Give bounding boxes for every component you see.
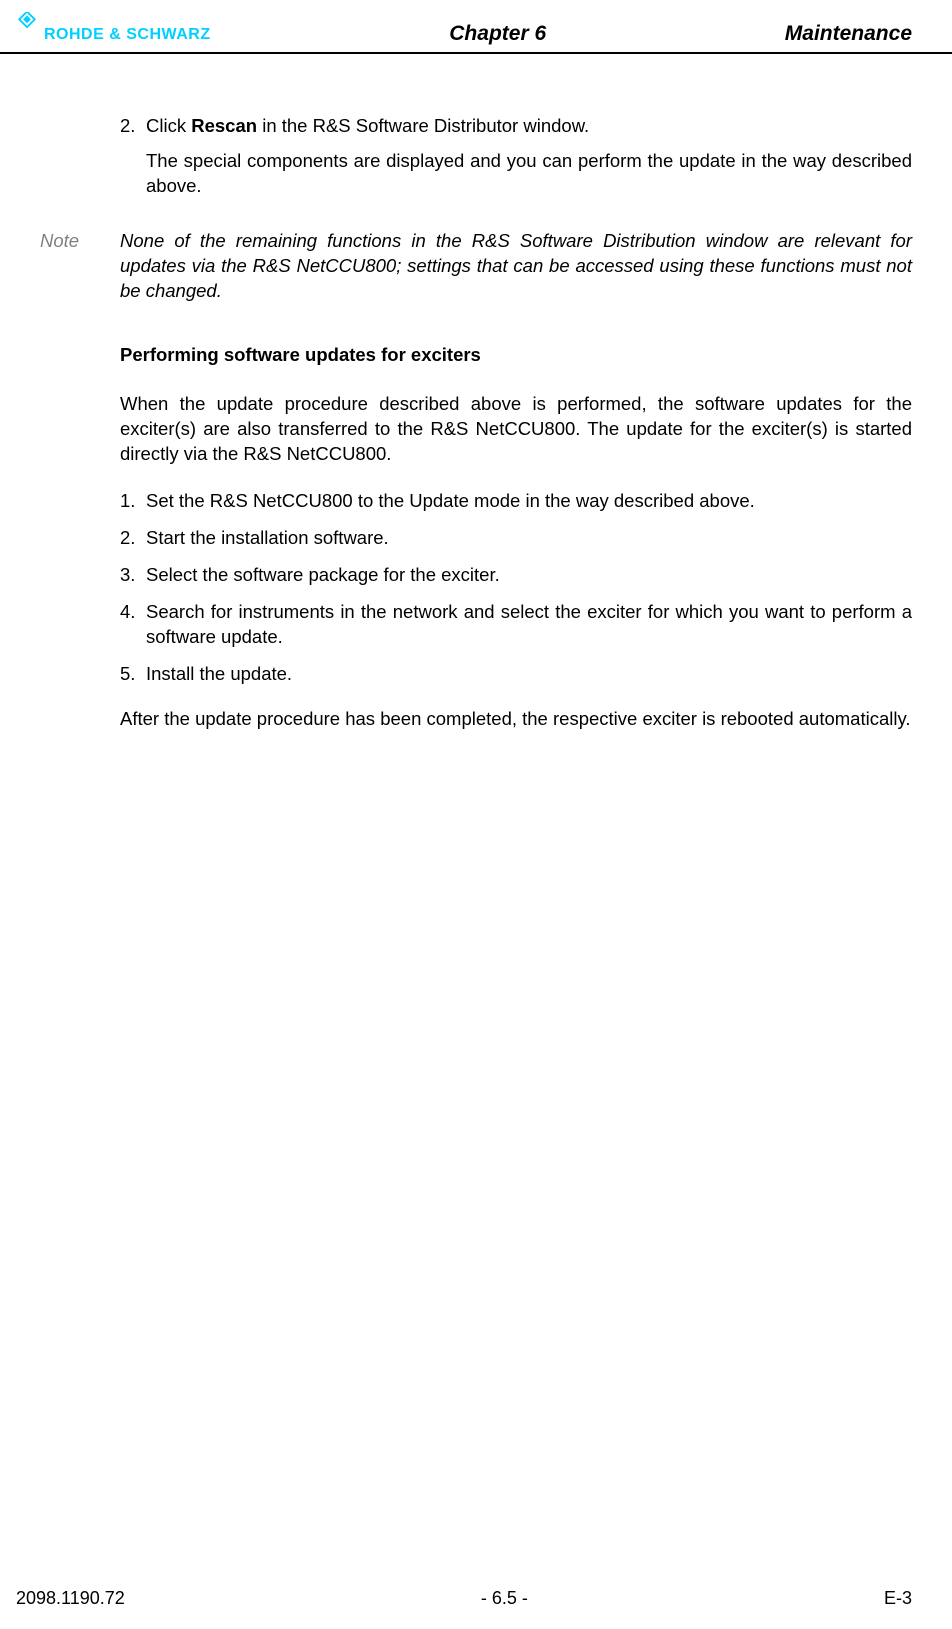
list-item-text: Select the software package for the exci… <box>146 563 912 588</box>
list-item-number: 3. <box>120 563 146 588</box>
document-page: ROHDE & SCHWARZ Chapter 6 Maintenance 2.… <box>0 0 952 1629</box>
list-item-text: Install the update. <box>146 662 912 687</box>
page-footer: 2098.1190.72 - 6.5 - E-3 <box>0 1588 952 1609</box>
step-text-suffix: in the R&S Software Distributor window. <box>257 115 589 136</box>
brand-logo-text: ROHDE & SCHWARZ <box>44 26 211 44</box>
list-item: 5. Install the update. <box>120 662 912 687</box>
step-2-block: 2. Click Rescan in the R&S Software Dist… <box>120 114 912 199</box>
chapter-label: Chapter 6 <box>211 22 785 52</box>
list-item: 1. Set the R&S NetCCU800 to the Update m… <box>120 489 912 514</box>
list-item-text: Search for instruments in the network an… <box>146 600 912 650</box>
note-block: Note None of the remaining functions in … <box>40 229 912 304</box>
list-item: 3. Select the software package for the e… <box>120 563 912 588</box>
list-item-number: 1. <box>120 489 146 514</box>
page-title: Maintenance <box>785 22 912 52</box>
step-number: 2. <box>120 114 146 139</box>
footer-center: - 6.5 - <box>481 1588 528 1609</box>
section-heading: Performing software updates for exciters <box>120 344 912 366</box>
list-item-number: 5. <box>120 662 146 687</box>
note-text: None of the remaining functions in the R… <box>120 229 912 304</box>
ordered-list: 1. Set the R&S NetCCU800 to the Update m… <box>120 489 912 687</box>
list-item-text: Start the installation software. <box>146 526 912 551</box>
footer-left: 2098.1190.72 <box>16 1588 125 1609</box>
list-item-text: Set the R&S NetCCU800 to the Update mode… <box>146 489 912 514</box>
page-content: 2. Click Rescan in the R&S Software Dist… <box>0 54 952 732</box>
brand-logo-icon <box>16 12 38 34</box>
brand-logo: ROHDE & SCHWARZ <box>16 22 211 52</box>
list-item-number: 4. <box>120 600 146 650</box>
closing-paragraph: After the update procedure has been comp… <box>120 707 912 732</box>
intro-paragraph: When the update procedure described abov… <box>120 392 912 467</box>
list-item: 2. Start the installation software. <box>120 526 912 551</box>
page-header: ROHDE & SCHWARZ Chapter 6 Maintenance <box>0 0 952 54</box>
list-item: 4. Search for instruments in the network… <box>120 600 912 650</box>
step-item: 2. Click Rescan in the R&S Software Dist… <box>120 114 912 139</box>
step-subtext: The special components are displayed and… <box>146 149 912 199</box>
footer-right: E-3 <box>884 1588 912 1609</box>
step-text-prefix: Click <box>146 115 191 136</box>
note-label: Note <box>40 229 120 304</box>
step-text-bold: Rescan <box>191 115 257 136</box>
list-item-number: 2. <box>120 526 146 551</box>
step-text: Click Rescan in the R&S Software Distrib… <box>146 114 912 139</box>
